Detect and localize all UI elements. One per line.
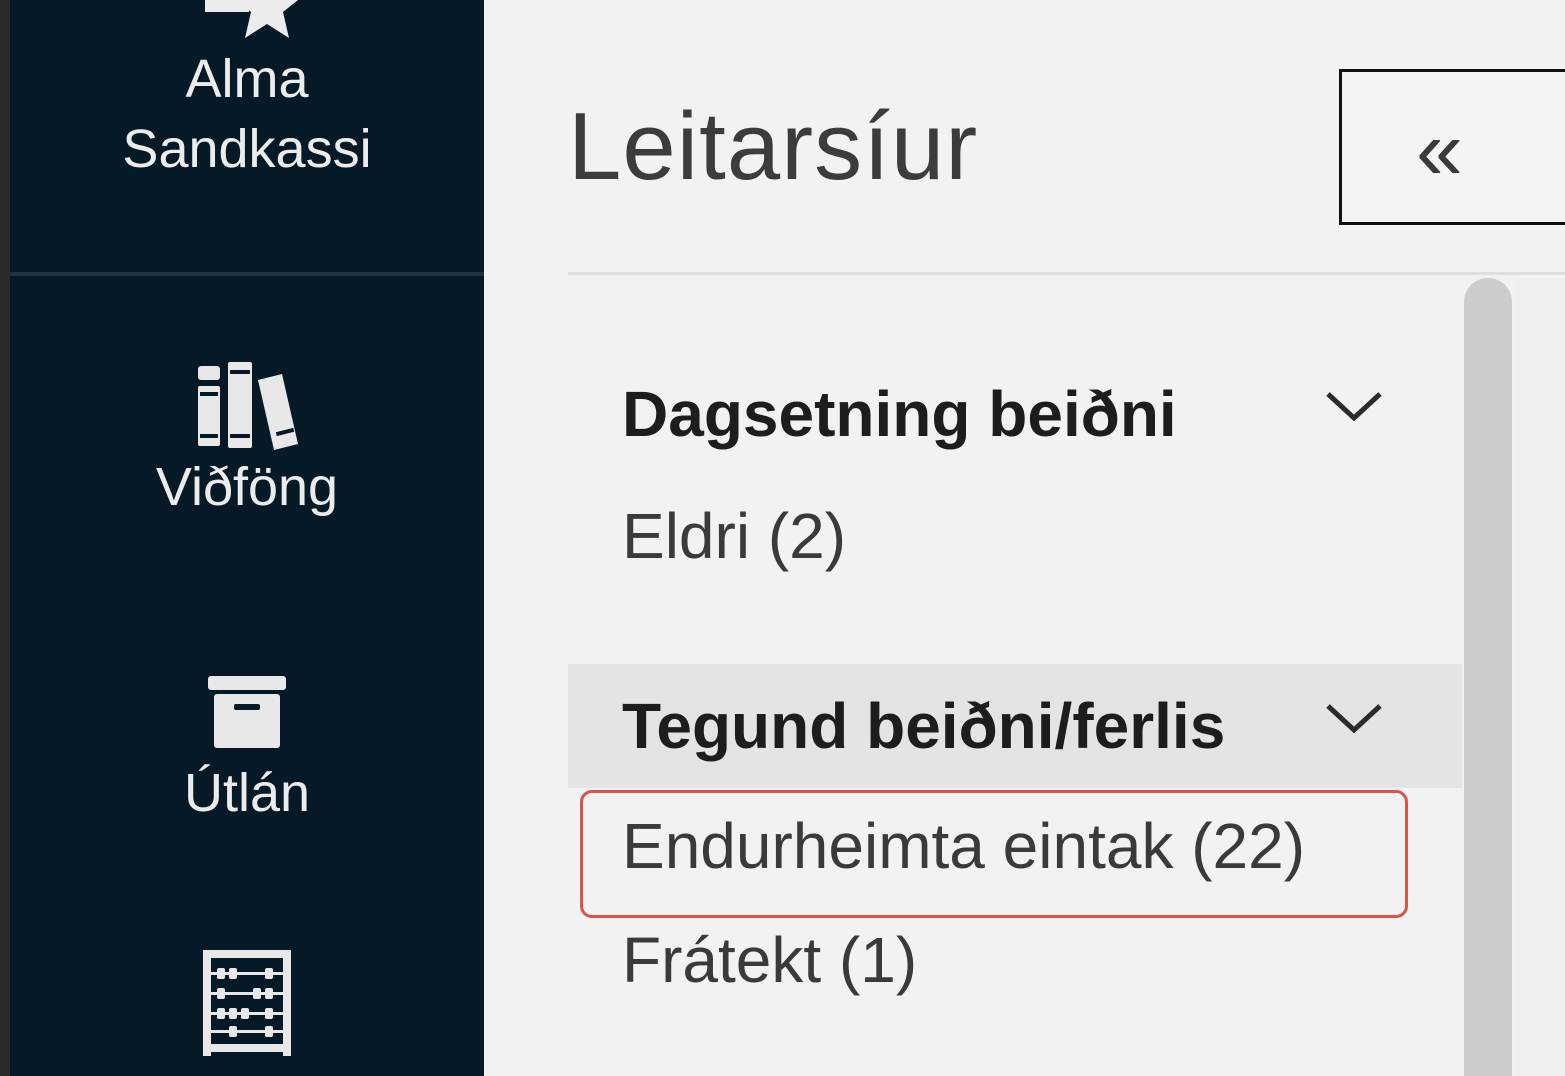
chevron-down-icon	[1326, 704, 1382, 734]
chevron-down-icon	[1326, 392, 1382, 422]
brand-label-line2: Sandkassi	[122, 119, 372, 179]
facet-header-request-type[interactable]: Tegund beiðni/ferlis	[568, 664, 1462, 788]
double-chevron-left-icon: «	[1416, 103, 1463, 197]
results-area-edge	[1516, 278, 1565, 1076]
sidebar-item-analytics[interactable]	[10, 948, 484, 1058]
scrollbar[interactable]	[1464, 278, 1512, 1076]
content-divider	[568, 272, 1565, 275]
brand-label-line1: Alma	[185, 49, 309, 109]
star-icon	[205, 0, 298, 38]
facet-value-restore-item[interactable]: Endurheimta eintak (22)	[622, 806, 1305, 886]
facet-title: Tegund beiðni/ferlis	[622, 690, 1226, 762]
sidebar-item-loans[interactable]: Útlán	[10, 672, 484, 828]
collapse-panel-button[interactable]: «	[1339, 69, 1565, 225]
archive-box-icon	[208, 676, 286, 748]
facet-header-request-date[interactable]: Dagsetning beiðni	[568, 352, 1462, 476]
facet-title: Dagsetning beiðni	[622, 378, 1177, 450]
main-sidebar: Alma Sandkassi Viðföng Útlán	[10, 0, 484, 1076]
sidebar-item-label: Viðföng	[155, 457, 339, 517]
page-title: Leitarsíur	[568, 93, 979, 200]
books-icon	[198, 362, 298, 450]
facet-value-older[interactable]: Eldri (2)	[622, 496, 846, 576]
window-edge	[0, 0, 10, 1076]
brand-item[interactable]: Alma Sandkassi	[10, 0, 484, 184]
app-window: Alma Sandkassi Viðföng Útlán Leitarsíur …	[0, 0, 1565, 1076]
sidebar-item-label: Útlán	[183, 763, 311, 823]
sidebar-divider	[10, 272, 484, 276]
facet-value-reservation[interactable]: Frátekt (1)	[622, 920, 917, 1000]
sidebar-item-resources[interactable]: Viðföng	[10, 360, 484, 522]
abacus-icon	[203, 950, 291, 1056]
